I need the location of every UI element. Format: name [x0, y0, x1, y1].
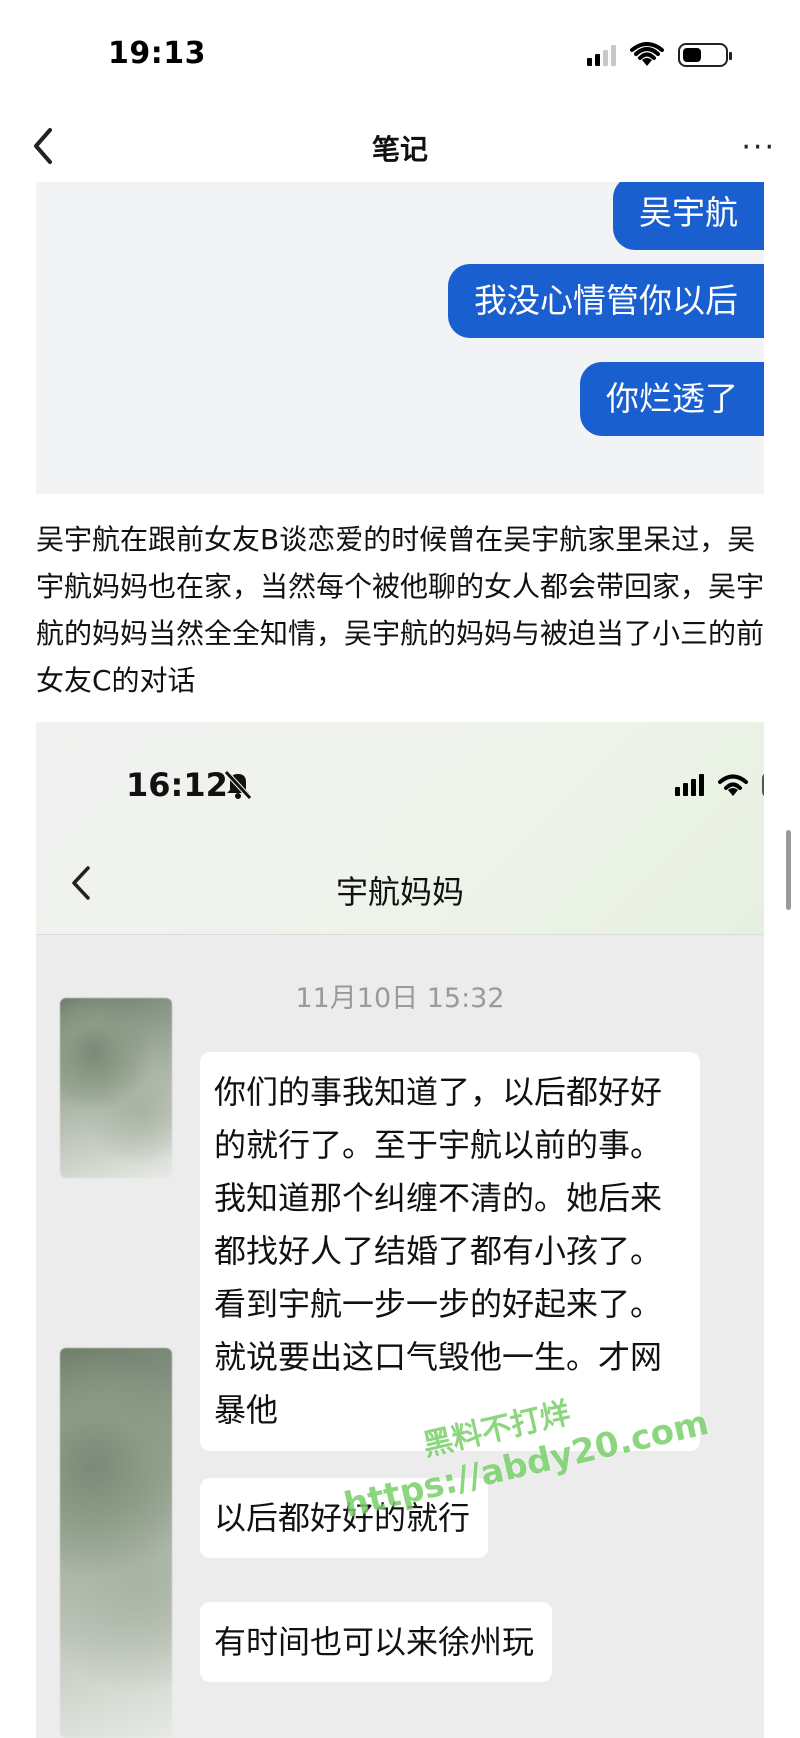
scrollbar-thumb[interactable]	[786, 830, 791, 910]
divider	[36, 934, 764, 935]
chat-bubble-received: 有时间也可以来徐州玩	[200, 1602, 553, 1682]
avatar	[60, 1348, 172, 1738]
page-title: 笔记	[371, 133, 428, 166]
battery-level	[683, 48, 701, 62]
avatar	[60, 998, 172, 1178]
wifi-icon	[630, 42, 664, 66]
chat-title: 宇航妈妈	[335, 873, 464, 911]
cellular-signal-icon	[675, 774, 704, 796]
note-paragraph: 吴宇航在跟前女友B谈恋爱的时候曾在吴宇航家里呆过，吴宇航妈妈也在家，当然每个被他…	[36, 523, 765, 697]
status-bar: 19:13	[0, 0, 800, 110]
muted-bell-icon	[224, 770, 252, 800]
chat-bubble-sent: 你烂透了	[580, 362, 764, 436]
embedded-screenshot-1: 吴宇航 我没心情管你以后 你烂透了	[36, 182, 764, 494]
cellular-signal-icon	[587, 44, 616, 66]
status-time: 19:13	[108, 36, 206, 71]
chat-bubble-sent: 吴宇航	[613, 182, 764, 250]
chat-header: 16:12 宇航妈妈	[36, 722, 764, 934]
more-options-icon[interactable]: ···	[741, 130, 776, 165]
embedded-status-time: 16:12	[126, 766, 228, 804]
embedded-screenshot-2: 16:12 宇航妈妈 11月10日 15:32 你们的事我知道了，以后都好好的就…	[36, 722, 764, 1738]
nav-bar: 笔记 ···	[0, 110, 800, 180]
embedded-status-icons	[675, 772, 764, 798]
status-icons	[587, 42, 732, 68]
battery-icon	[678, 43, 732, 67]
chat-bubble-sent: 我没心情管你以后	[448, 264, 764, 338]
wifi-icon	[718, 774, 748, 796]
battery-icon	[762, 773, 764, 797]
